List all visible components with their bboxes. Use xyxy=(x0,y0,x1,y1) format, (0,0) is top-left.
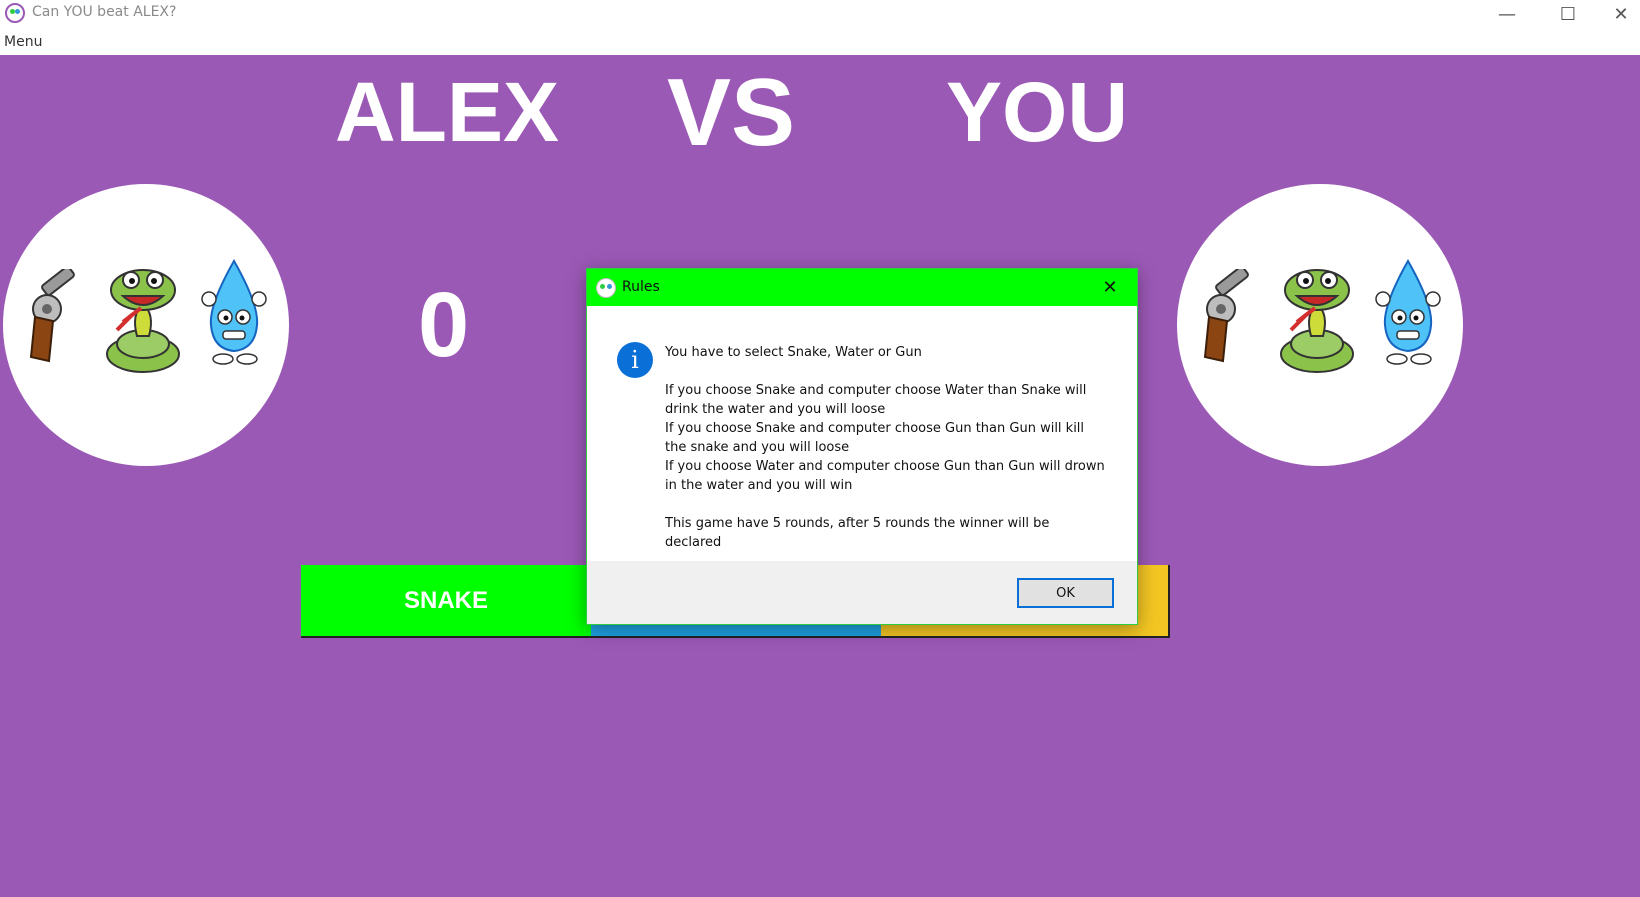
rules-line: This game have 5 rounds, after 5 rounds … xyxy=(665,516,1050,550)
vs-label: VS xyxy=(667,59,796,166)
dialog-titlebar: Rules ✕ xyxy=(587,269,1137,306)
player-left-label: ALEX xyxy=(335,65,560,159)
rules-line: If you choose Snake and computer choose … xyxy=(665,383,1087,417)
ok-button[interactable]: OK xyxy=(1017,578,1114,608)
rules-line: If you choose Snake and computer choose … xyxy=(665,421,1085,455)
dialog-close-button[interactable]: ✕ xyxy=(1095,273,1125,301)
dialog-title: Rules xyxy=(622,279,660,295)
rules-line: You have to select Snake, Water or Gun xyxy=(665,345,922,360)
dialog-footer: OK xyxy=(587,561,1137,624)
close-window-button[interactable]: ✕ xyxy=(1598,0,1640,28)
menu-item-menu[interactable]: Menu xyxy=(4,34,42,50)
water-drop-icon xyxy=(201,259,267,365)
app-icon xyxy=(5,3,25,23)
alex-score: 0 xyxy=(418,274,470,376)
alex-choice-circle xyxy=(3,184,289,466)
rules-dialog: Rules ✕ i You have to select Snake, Wate… xyxy=(586,268,1138,625)
info-icon: i xyxy=(617,342,653,378)
player-right-label: YOU xyxy=(946,65,1129,159)
window-titlebar: Can YOU beat ALEX? — ☐ ✕ xyxy=(0,0,1640,28)
gun-icon xyxy=(29,269,75,363)
player-choice-circle xyxy=(1177,184,1463,466)
snake-icon xyxy=(106,269,180,373)
snake-button[interactable]: SNAKE xyxy=(301,565,591,638)
window-title: Can YOU beat ALEX? xyxy=(32,4,177,20)
dialog-message: You have to select Snake, Water or Gun I… xyxy=(665,343,1105,552)
water-drop-icon xyxy=(1375,259,1441,365)
dialog-app-icon xyxy=(596,278,616,298)
menu-bar: Menu xyxy=(0,28,1640,55)
minimize-button[interactable]: — xyxy=(1484,0,1530,28)
maximize-button[interactable]: ☐ xyxy=(1545,0,1591,28)
gun-icon xyxy=(1203,269,1249,363)
snake-icon xyxy=(1280,269,1354,373)
rules-line: If you choose Water and computer choose … xyxy=(665,459,1105,493)
